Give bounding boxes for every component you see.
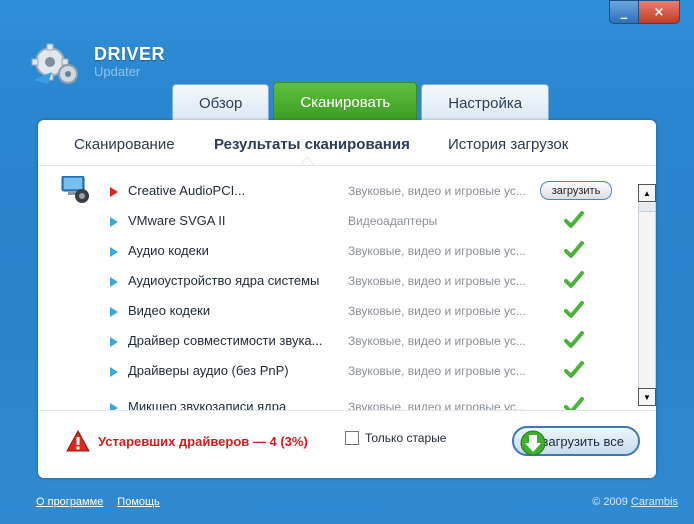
list-item[interactable]: Creative AudioPCI... Звуковые, видео и и… xyxy=(52,176,618,206)
list-scrollbar[interactable]: ▲ ▼ xyxy=(638,184,656,406)
checkmark-icon xyxy=(564,301,584,318)
list-item[interactable]: Драйверы аудио (без PnP) Звуковые, видео… xyxy=(52,356,618,386)
driver-name: VMware SVGA II xyxy=(128,213,226,228)
app-window: _ × DRIVER Updater Обзор Сканировать Нас… xyxy=(0,0,694,524)
driver-category: Звуковые, видео и игровые ус... xyxy=(348,184,526,198)
footer-links: О программе Помощь xyxy=(36,496,160,508)
subtabs: Сканирование Результаты сканирования Ист… xyxy=(38,128,656,170)
driver-category: Звуковые, видео и игровые ус... xyxy=(348,334,526,348)
arrow-right-icon xyxy=(110,277,118,287)
tab-overview[interactable]: Обзор xyxy=(172,84,270,121)
download-all-button[interactable]: загрузить все xyxy=(512,426,640,456)
divider xyxy=(38,410,656,411)
driver-list: Creative AudioPCI... Звуковые, видео и и… xyxy=(52,176,618,410)
copyright-year: © 2009 xyxy=(592,496,628,508)
download-arrow-icon xyxy=(520,430,546,456)
arrow-right-icon xyxy=(110,337,118,347)
list-item[interactable]: VMware SVGA II Видеоадаптеры xyxy=(52,206,618,236)
about-link[interactable]: О программе xyxy=(36,496,103,508)
minimize-button[interactable]: _ xyxy=(609,0,639,24)
driver-category: Звуковые, видео и игровые ус... xyxy=(348,244,526,258)
main-tabs: Обзор Сканировать Настройка xyxy=(172,82,550,121)
tab-scan[interactable]: Сканировать xyxy=(273,82,418,121)
driver-name: Аудио кодеки xyxy=(128,243,209,258)
checkmark-icon xyxy=(564,211,584,228)
app-logo: DRIVER Updater xyxy=(30,36,170,88)
driver-name: Видео кодеки xyxy=(128,303,211,318)
scroll-thumb[interactable] xyxy=(639,203,655,212)
checkmark-icon xyxy=(564,331,584,348)
logo-title: DRIVER xyxy=(94,44,166,64)
tab-settings[interactable]: Настройка xyxy=(421,84,550,121)
computer-speaker-icon xyxy=(61,176,89,203)
divider xyxy=(38,165,656,166)
driver-name: Микшер звукозаписи ядра xyxy=(128,399,287,410)
checkmark-icon xyxy=(564,271,584,288)
driver-name: Аудиоустройство ядра системы xyxy=(128,273,320,288)
content-panel: Сканирование Результаты сканирования Ист… xyxy=(38,120,656,478)
only-old-checkbox[interactable] xyxy=(345,431,359,445)
checkmark-icon xyxy=(564,241,584,258)
driver-category: Звуковые, видео и игровые ус... xyxy=(348,400,526,410)
brand-link[interactable]: Carambis xyxy=(631,496,678,508)
download-all-label: загрузить все xyxy=(542,433,624,449)
list-item[interactable]: Аудиоустройство ядра системы Звуковые, в… xyxy=(52,266,618,296)
list-item[interactable]: Видео кодеки Звуковые, видео и игровые у… xyxy=(52,296,618,326)
driver-name: Creative AudioPCI... xyxy=(128,183,246,198)
window-controls: _ × xyxy=(609,0,680,24)
outdated-marker-icon xyxy=(110,187,118,197)
driver-category: Звуковые, видео и игровые ус... xyxy=(348,304,526,318)
scroll-down-button[interactable]: ▼ xyxy=(638,388,656,406)
subtab-scan-results[interactable]: Результаты сканирования xyxy=(214,136,410,153)
gears-logo-icon xyxy=(31,43,78,84)
arrow-right-icon xyxy=(110,403,118,410)
scroll-up-button[interactable]: ▲ xyxy=(638,184,656,202)
download-button[interactable]: загрузить xyxy=(540,181,612,200)
close-button[interactable]: × xyxy=(639,0,680,24)
list-item[interactable]: Драйвер совместимости звука... Звуковые,… xyxy=(52,326,618,356)
subtab-indicator xyxy=(300,157,314,165)
subtab-download-history[interactable]: История загрузок xyxy=(448,136,568,153)
copyright: © 2009 Carambis xyxy=(592,496,678,508)
arrow-right-icon xyxy=(110,367,118,377)
only-old-label: Только старые xyxy=(365,431,447,445)
outdated-drivers-count: Устаревших драйверов — 4 (3%) xyxy=(98,434,308,449)
checkmark-icon xyxy=(564,361,584,378)
only-old-checkbox-group[interactable]: Только старые xyxy=(345,431,446,445)
help-link[interactable]: Помощь xyxy=(117,496,160,508)
checkmark-icon xyxy=(564,397,584,410)
list-item[interactable]: Аудио кодеки Звуковые, видео и игровые у… xyxy=(52,236,618,266)
list-item[interactable]: Микшер звукозаписи ядра Звуковые, видео … xyxy=(52,392,618,410)
driver-name: Драйверы аудио (без PnP) xyxy=(128,363,289,378)
driver-category: Видеоадаптеры xyxy=(348,214,438,228)
arrow-right-icon xyxy=(110,247,118,257)
arrow-right-icon xyxy=(110,217,118,227)
subtab-scanning[interactable]: Сканирование xyxy=(74,136,175,153)
arrow-right-icon xyxy=(110,307,118,317)
driver-category: Звуковые, видео и игровые ус... xyxy=(348,364,526,378)
driver-name: Драйвер совместимости звука... xyxy=(128,333,323,348)
warning-icon xyxy=(66,430,90,452)
logo-subtitle: Updater xyxy=(94,64,141,79)
driver-category: Звуковые, видео и игровые ус... xyxy=(348,274,526,288)
